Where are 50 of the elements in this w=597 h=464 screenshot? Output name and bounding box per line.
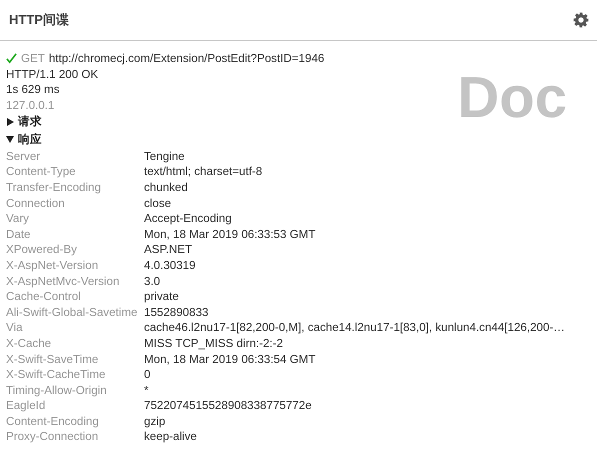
header-name: X-AspNetMvc-Version: [6, 274, 120, 290]
section-toggle[interactable]: 响应: [6, 130, 42, 148]
header-name: Cache-Control: [6, 289, 82, 305]
header-name: X-AspNet-Version: [6, 258, 100, 274]
header-name: Ali-Swift-Global-Savetime: [6, 304, 138, 320]
header-value: cache46.l2nu17-1[82,200-0,M], cache14.l2nu17-1[83,0], kunlun4.cn44[126,200-…: [144, 320, 566, 336]
header-name: Content-Encoding: [6, 414, 100, 430]
type-label: Doc: [457, 69, 567, 127]
header-value: chunked: [144, 180, 189, 196]
caret-down-icon: [6, 135, 14, 144]
header-value: text/html; charset=utf-8: [144, 164, 264, 180]
header-name: Server: [6, 148, 42, 164]
method-label: GET: [21, 51, 45, 66]
header-value: 4.0.30319: [144, 258, 197, 274]
header-name: Vary: [6, 211, 30, 227]
header-value: 3.0: [144, 274, 162, 290]
header-value: Mon, 18 Mar 2019 06:33:53 GMT: [144, 226, 316, 242]
header-value: MISS TCP_MISS dirn:-2:-2: [144, 336, 284, 352]
settings-icon[interactable]: [573, 12, 589, 28]
section-toggle[interactable]: 请求: [6, 113, 42, 130]
header-value: Accept-Encoding: [144, 211, 233, 227]
header-name: Proxy-Connection: [6, 429, 100, 446]
header-name: XPowered-By: [6, 242, 78, 258]
header-name: Date: [6, 226, 32, 242]
ip-address: 127.0.0.1: [6, 98, 54, 112]
caret-right-icon: [6, 118, 14, 126]
header-name: Connection: [6, 196, 66, 212]
duration-text: 1s 629 ms: [6, 83, 60, 96]
header-value: private: [144, 289, 180, 305]
header-value: 1552890833: [144, 304, 210, 320]
header-value: keep-alive: [144, 429, 198, 446]
header-value: Mon, 18 Mar 2019 06:33:54 GMT: [144, 352, 316, 368]
header-name: EagleId: [6, 398, 46, 414]
header-value: close: [144, 196, 172, 212]
header-name: X-Swift-SaveTime: [6, 352, 100, 368]
header-value: Tengine: [144, 148, 186, 164]
header-name: Content-Type: [6, 164, 77, 180]
header-name: Via: [6, 320, 24, 336]
app-title: HTTP间谍: [9, 11, 69, 30]
header-name: Timing-Allow-Origin: [6, 382, 108, 398]
header-value: 0: [144, 367, 152, 383]
header-value: *: [144, 382, 150, 398]
header-value: 7522074515528908338775772e: [144, 398, 313, 414]
header-name: Transfer-Encoding: [6, 180, 102, 196]
header-value: ASP.NET: [144, 242, 194, 258]
status-text: HTTP/1.1 200 OK: [6, 68, 98, 80]
request-url: http://chromecj.com/Extension/PostEdit?PostID=1946: [48, 51, 324, 66]
header-name: X-Cache: [6, 336, 52, 352]
header-name: X-Swift-CacheTime: [6, 367, 106, 383]
header-value: gzip: [144, 414, 166, 430]
